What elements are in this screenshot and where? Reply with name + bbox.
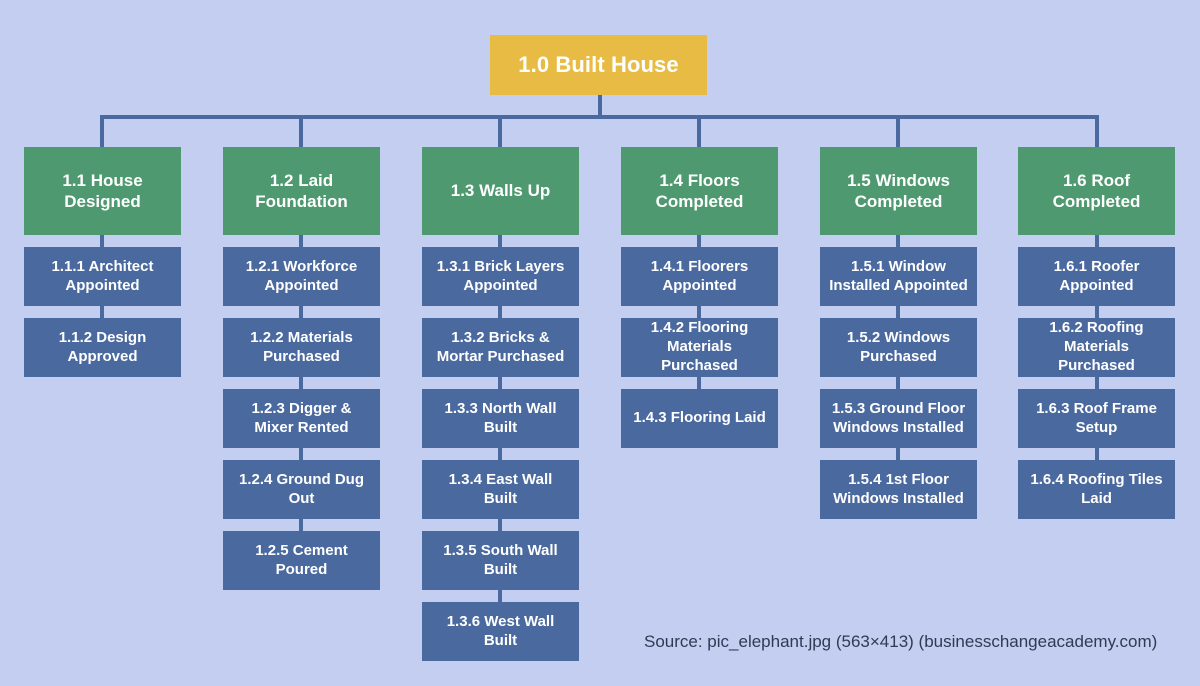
node-label: 1.5.1 Window Installed Appointed [829,257,968,294]
node-phase-1-5[interactable]: 1.5 Windows Completed [820,147,977,235]
node-label: 1.2.1 Workforce Appointed [245,257,358,294]
node-task-1-2-1[interactable]: 1.2.1 Workforce Appointed [223,247,380,306]
node-label: 1.2.2 Materials Purchased [250,328,353,365]
node-task-1-3-2[interactable]: 1.3.2 Bricks & Mortar Purchased [422,318,579,377]
node-phase-1-6[interactable]: 1.6 Roof Completed [1018,147,1175,235]
node-phase-1-3[interactable]: 1.3 Walls Up [422,147,579,235]
connector-drop-2 [299,115,303,147]
node-label: 1.3.3 North Wall Built [444,399,557,436]
node-task-1-3-3[interactable]: 1.3.3 North Wall Built [422,389,579,448]
node-label: 1.4 Floors Completed [655,170,744,211]
node-label: 1.1 House Designed [62,170,143,211]
node-task-1-5-1[interactable]: 1.5.1 Window Installed Appointed [820,247,977,306]
node-label: 1.1.1 Architect Appointed [51,257,154,294]
connector-stack-3-3 [498,376,502,390]
wbs-diagram-canvas: 1.0 Built House 1.1 House Designed 1.1.1… [0,0,1200,686]
node-label: 1.2.3 Digger & Mixer Rented [251,399,352,436]
connector-stack-5-2 [896,305,900,319]
node-task-1-4-1[interactable]: 1.4.1 Floorers Appointed [621,247,778,306]
connector-stack-2-5 [299,518,303,532]
node-task-1-4-3[interactable]: 1.4.3 Flooring Laid [621,389,778,448]
connector-stack-6-1 [1095,234,1099,248]
node-task-1-3-5[interactable]: 1.3.5 South Wall Built [422,531,579,590]
node-label: 1.6.1 Roofer Appointed [1053,257,1140,294]
connector-stack-4-2 [697,305,701,319]
node-task-1-6-1[interactable]: 1.6.1 Roofer Appointed [1018,247,1175,306]
connector-stack-5-1 [896,234,900,248]
connector-stack-1-2 [100,305,104,319]
node-task-1-5-4[interactable]: 1.5.4 1st Floor Windows Installed [820,460,977,519]
node-phase-1-4[interactable]: 1.4 Floors Completed [621,147,778,235]
node-phase-1-1[interactable]: 1.1 House Designed [24,147,181,235]
connector-stack-6-4 [1095,447,1099,461]
node-label: 1.5.4 1st Floor Windows Installed [833,470,964,507]
connector-stack-4-1 [697,234,701,248]
node-task-1-5-2[interactable]: 1.5.2 Windows Purchased [820,318,977,377]
node-label: 1.1.2 Design Approved [58,328,147,365]
connector-stack-5-3 [896,376,900,390]
node-label: 1.4.2 Flooring Materials Purchased [650,319,749,374]
node-task-1-2-2[interactable]: 1.2.2 Materials Purchased [223,318,380,377]
connector-stack-2-3 [299,376,303,390]
node-label: 1.0 Built House [518,52,679,78]
node-label: 1.5.3 Ground Floor Windows Installed [831,399,966,436]
connector-stack-3-1 [498,234,502,248]
node-label: 1.2.5 Cement Poured [255,541,348,578]
connector-stack-3-6 [498,589,502,603]
node-task-1-3-6[interactable]: 1.3.6 West Wall Built [422,602,579,661]
node-task-1-2-4[interactable]: 1.2.4 Ground Dug Out [223,460,380,519]
source-caption: Source: pic_elephant.jpg (563×413) (busi… [644,632,1158,651]
connector-stack-6-3 [1095,376,1099,390]
connector-drop-5 [896,115,900,147]
node-label: 1.3 Walls Up [450,181,551,201]
node-label: 1.3.1 Brick Layers Appointed [436,257,565,294]
node-label: 1.5.2 Windows Purchased [846,328,951,365]
node-label: 1.4.3 Flooring Laid [633,409,766,427]
connector-stack-6-2 [1095,305,1099,319]
node-label: 1.6.4 Roofing Tiles Laid [1030,470,1163,507]
node-task-1-6-4[interactable]: 1.6.4 Roofing Tiles Laid [1018,460,1175,519]
node-task-1-3-1[interactable]: 1.3.1 Brick Layers Appointed [422,247,579,306]
node-phase-1-2[interactable]: 1.2 Laid Foundation [223,147,380,235]
node-label: 1.3.4 East Wall Built [448,470,553,507]
connector-drop-6 [1095,115,1099,147]
node-task-1-5-3[interactable]: 1.5.3 Ground Floor Windows Installed [820,389,977,448]
node-label: 1.3.5 South Wall Built [443,541,558,578]
connector-drop-4 [697,115,701,147]
node-task-1-3-4[interactable]: 1.3.4 East Wall Built [422,460,579,519]
node-root-built-house[interactable]: 1.0 Built House [490,35,707,95]
connector-stack-3-2 [498,305,502,319]
node-label: 1.6.3 Roof Frame Setup [1036,399,1157,436]
connector-drop-1 [100,115,104,147]
node-label: 1.4.1 Floorers Appointed [650,257,749,294]
node-task-1-4-2[interactable]: 1.4.2 Flooring Materials Purchased [621,318,778,377]
node-task-1-2-5[interactable]: 1.2.5 Cement Poured [223,531,380,590]
connector-horizontal-bus [100,115,1099,119]
connector-stack-3-5 [498,518,502,532]
node-task-1-2-3[interactable]: 1.2.3 Digger & Mixer Rented [223,389,380,448]
node-label: 1.3.2 Bricks & Mortar Purchased [436,328,565,365]
node-label: 1.6.2 Roofing Materials Purchased [1049,319,1144,374]
node-label: 1.2 Laid Foundation [255,170,348,211]
node-task-1-6-2[interactable]: 1.6.2 Roofing Materials Purchased [1018,318,1175,377]
connector-stack-2-1 [299,234,303,248]
node-label: 1.6 Roof Completed [1052,170,1141,211]
node-label: 1.3.6 West Wall Built [446,612,555,649]
connector-stack-5-4 [896,447,900,461]
connector-stack-3-4 [498,447,502,461]
connector-root-stem [598,95,602,117]
connector-stack-1-1 [100,234,104,248]
node-task-1-1-1[interactable]: 1.1.1 Architect Appointed [24,247,181,306]
node-label: 1.2.4 Ground Dug Out [238,470,364,507]
connector-stack-2-4 [299,447,303,461]
node-task-1-1-2[interactable]: 1.1.2 Design Approved [24,318,181,377]
node-label: 1.5 Windows Completed [847,170,950,211]
connector-stack-4-3 [697,376,701,390]
node-task-1-6-3[interactable]: 1.6.3 Roof Frame Setup [1018,389,1175,448]
connector-stack-2-2 [299,305,303,319]
connector-drop-3 [498,115,502,147]
